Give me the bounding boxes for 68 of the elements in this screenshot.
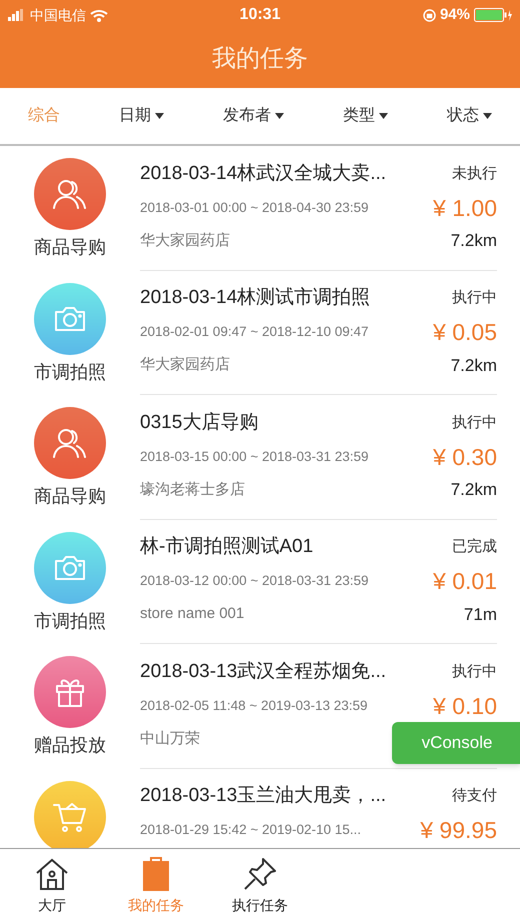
- filter-tab[interactable]: 日期: [119, 104, 164, 128]
- task-reward: ¥ 1.00: [433, 194, 497, 223]
- task-period: 2018-03-01 00:00 ~ 2018-04-30 23:59: [140, 198, 369, 217]
- distance: 71m: [464, 604, 497, 626]
- task-status: 执行中: [452, 288, 497, 308]
- task-title: 0315大店导购: [140, 410, 258, 435]
- task-reward: ¥ 0.30: [433, 442, 497, 472]
- task-reward: ¥ 0.10: [433, 692, 497, 721]
- task-reward: ¥ 0.01: [433, 567, 497, 596]
- task-row[interactable]: 市调拍照 2018-03-14林测试市调拍照 执行中 2018-02-01 09:47 ~ 2018-12-10 09:47 ¥ 0.05 华大家园药店 7.2km: [0, 270, 520, 395]
- store-name: 华大家园药店: [140, 355, 230, 376]
- distance: 7.2km: [450, 479, 497, 502]
- distance: 7.2km: [450, 354, 497, 377]
- filter-tab[interactable]: 状态: [447, 104, 492, 128]
- dropdown-caret-icon: [379, 113, 388, 119]
- dropdown-caret-icon: [155, 113, 164, 119]
- task-category: 市调拍照: [34, 360, 106, 384]
- task-row[interactable]: 市调拍照 林-市调拍照测试A01 已完成 2018-03-12 00:00 ~ 2018-03-31 23:59 ¥ 0.01 store name 001 71m: [0, 520, 520, 644]
- clock-time: 10:31: [240, 5, 280, 25]
- task-row[interactable]: 商品导购 2018-03-14林武汉全城大卖... 未执行 2018-03-01 00:00 ~ 2018-04-30 23:59 ¥ 1.00 华大家园药店 7.2km: [0, 146, 520, 270]
- dropdown-caret-icon: [275, 113, 284, 119]
- signal-icon: [8, 9, 26, 21]
- task-category: 商品导购: [34, 236, 106, 259]
- task-period: 2018-01-29 15:42 ~ 2019-02-10 15...: [140, 821, 362, 840]
- store-name: 华大家园药店: [140, 230, 230, 251]
- battery-icon: [474, 8, 512, 22]
- task-category: 市调拍照: [34, 610, 106, 632]
- task-title: 林-市调拍照测试A01: [140, 535, 314, 560]
- task-period: 2018-02-05 11:48 ~ 2019-03-13 23:59: [140, 696, 368, 715]
- people-icon: [53, 428, 87, 458]
- clipboard-icon: [143, 857, 169, 891]
- task-title: 2018-03-14林武汉全城大卖...: [140, 162, 386, 186]
- task-reward: ¥ 0.05: [433, 318, 497, 348]
- rotation-lock-icon: [422, 8, 436, 22]
- distance: 7.2km: [450, 230, 497, 252]
- task-period: 2018-03-15 00:00 ~ 2018-03-31 23:59: [140, 448, 369, 466]
- filter-tab[interactable]: 类型: [343, 104, 388, 128]
- task-status: 执行中: [452, 412, 497, 433]
- task-status: 执行中: [452, 662, 497, 682]
- dropdown-caret-icon: [483, 113, 492, 119]
- people-icon: [53, 179, 87, 209]
- store-name: store name 001: [140, 604, 244, 624]
- page-title: 我的任务: [212, 44, 308, 74]
- house-icon: [35, 857, 69, 891]
- tab-bar-item[interactable]: 执行任务: [208, 849, 312, 924]
- task-title: 2018-03-14林测试市调拍照: [140, 286, 370, 310]
- task-title: 2018-03-13武汉全程苏烟免...: [140, 660, 386, 684]
- task-period: 2018-03-12 00:00 ~ 2018-03-31 23:59: [140, 572, 369, 590]
- store-name: 壕沟老蒋士多店: [140, 480, 245, 500]
- pushpin-icon: [243, 857, 277, 891]
- carrier-label: 中国电信: [30, 6, 86, 24]
- camera-icon: [53, 304, 87, 332]
- task-status: 已完成: [452, 537, 497, 558]
- camera-icon: [53, 554, 87, 582]
- store-name: 中山万荣: [140, 728, 200, 749]
- task-title: 2018-03-13玉兰油大甩卖，...: [140, 784, 386, 808]
- task-row[interactable]: 商品导购 0315大店导购 执行中 2018-03-15 00:00 ~ 2018-03-31 23:59 ¥ 0.30 壕沟老蒋士多店 7.2km: [0, 395, 520, 520]
- battery-percent: 94%: [440, 4, 470, 25]
- wifi-icon: [90, 8, 108, 22]
- task-reward: ¥ 99.95: [420, 816, 497, 846]
- filter-tab[interactable]: 发布者: [223, 104, 284, 128]
- task-period: 2018-02-01 09:47 ~ 2018-12-10 09:47: [140, 323, 369, 342]
- tab-bar-item[interactable]: 大厅: [0, 849, 104, 924]
- task-category: 商品导购: [34, 485, 106, 508]
- task-status: 待支付: [452, 786, 497, 806]
- task-category: 赠品投放: [34, 734, 106, 757]
- cart-icon: [52, 800, 88, 832]
- task-status: 未执行: [452, 164, 497, 184]
